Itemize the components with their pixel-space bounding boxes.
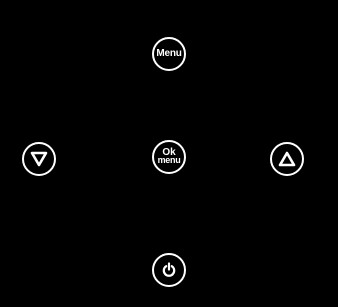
power-icon <box>161 262 177 278</box>
triangle-down-icon <box>30 151 48 167</box>
up-button[interactable] <box>270 142 304 176</box>
down-button[interactable] <box>22 142 56 176</box>
menu-button-label: Menu <box>156 48 182 59</box>
ok-menu-button-label: Ok menu <box>157 148 181 166</box>
power-button[interactable] <box>152 253 186 287</box>
menu-label: menu <box>157 155 181 166</box>
ok-menu-button[interactable]: Ok menu <box>152 140 186 174</box>
triangle-up-icon <box>278 151 296 167</box>
menu-button[interactable]: Menu <box>152 37 186 71</box>
button-panel: Menu Ok menu <box>0 0 338 307</box>
